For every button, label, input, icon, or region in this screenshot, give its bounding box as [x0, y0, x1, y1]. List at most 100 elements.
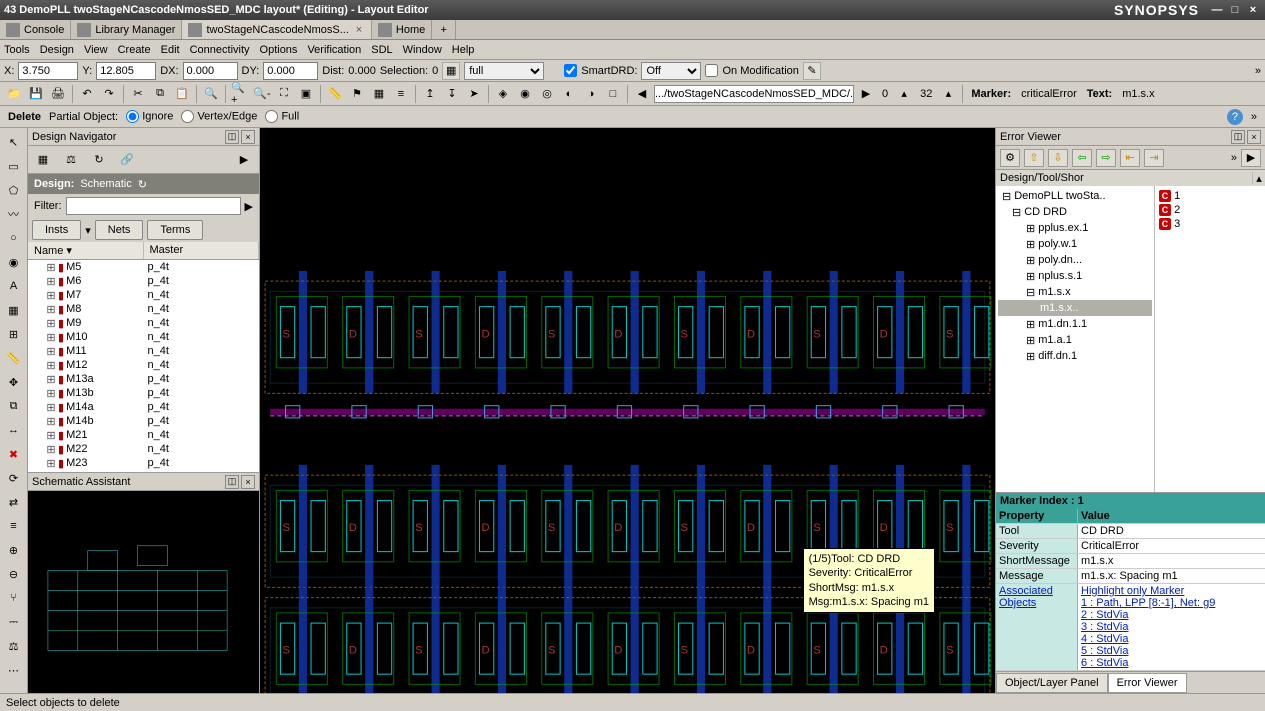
layers-icon[interactable]: ≡	[391, 84, 411, 104]
vtool-label-icon[interactable]: A	[4, 276, 24, 296]
vtool-select-icon[interactable]: ↖	[4, 132, 24, 152]
instance-row[interactable]: ⊞▮ M7n_4t	[28, 288, 259, 302]
open-icon[interactable]: 📁	[4, 84, 24, 104]
err-first-icon[interactable]: ⇤	[1120, 149, 1140, 167]
error-tree[interactable]: ⊟DemoPLL twoSta.. ⊟CD DRD ⊞pplus.ex.1 ⊞p…	[996, 186, 1155, 492]
error-tree-tool[interactable]: ⊟CD DRD	[998, 204, 1152, 220]
tool-a-icon[interactable]: ◈	[493, 84, 513, 104]
vtool-stretch-icon[interactable]: ↔	[4, 420, 24, 440]
instance-row[interactable]: ⊞▮ M12n_4t	[28, 358, 259, 372]
schematic-canvas[interactable]	[28, 491, 259, 693]
overflow2-icon[interactable]: »	[1251, 111, 1257, 123]
menu-help[interactable]: Help	[452, 44, 475, 56]
assoc-link[interactable]: 2 : StdVia	[1081, 609, 1262, 621]
insts-button[interactable]: Insts	[32, 220, 81, 240]
error-item[interactable]: ⊞pplus.ex.1	[998, 220, 1152, 236]
hier-up-icon[interactable]: ↥	[420, 84, 440, 104]
assoc-link[interactable]: 4 : StdVia	[1081, 633, 1262, 645]
assoc-link[interactable]: Highlight only Marker	[1081, 585, 1262, 597]
path-next-icon[interactable]: ▶	[856, 84, 876, 104]
vtool-del-icon[interactable]: ✖	[4, 444, 24, 464]
vtool-path-icon[interactable]: 〰	[4, 204, 24, 224]
error-item[interactable]: ⊞m1.dn.1.1	[998, 316, 1152, 332]
error-item[interactable]: ⊞poly.w.1	[998, 236, 1152, 252]
err-dock-icon[interactable]: ◫	[1231, 130, 1245, 144]
error-tree-root[interactable]: ⊟DemoPLL twoSta..	[998, 188, 1152, 204]
redo-icon[interactable]: ↷	[99, 84, 119, 104]
filter-go-icon[interactable]: ▶	[245, 200, 253, 213]
tab-object-layer[interactable]: Object/Layer Panel	[996, 673, 1108, 693]
print-icon[interactable]: 🖨	[48, 84, 68, 104]
nav-refresh-icon[interactable]: ↻	[88, 149, 110, 171]
help-icon[interactable]: ?	[1227, 109, 1243, 125]
assoc-objects-label[interactable]: Associated Objects	[996, 584, 1078, 670]
selection-icon[interactable]: ▦	[442, 62, 460, 80]
menu-view[interactable]: View	[84, 44, 108, 56]
col-master[interactable]: Master	[144, 242, 260, 259]
instance-row[interactable]: ⊞▮ M5p_4t	[28, 260, 259, 274]
instance-tree[interactable]: ⊞▮ M5p_4t⊞▮ M6p_4t⊞▮ M7n_4t⊞▮ M8n_4t⊞▮ M…	[28, 260, 259, 473]
instance-row[interactable]: ⊞▮ M10n_4t	[28, 330, 259, 344]
instance-row[interactable]: ⊞▮ M22n_4t	[28, 442, 259, 456]
sch-dock-icon[interactable]: ◫	[225, 475, 239, 489]
search-icon[interactable]: 🔍	[201, 84, 221, 104]
tab-close-icon[interactable]: ×	[353, 24, 365, 36]
fill-select[interactable]: full	[464, 62, 544, 80]
vtool-flip-icon[interactable]: ⇄	[4, 492, 24, 512]
tool-e-icon[interactable]: ◑	[581, 84, 601, 104]
vtool-align-icon[interactable]: ≡	[4, 516, 24, 536]
wand-icon[interactable]: ✎	[803, 62, 821, 80]
err-go-icon[interactable]: ▶	[1241, 149, 1261, 167]
save-icon[interactable]: 💾	[26, 84, 46, 104]
instance-row[interactable]: ⊞▮ M13ap_4t	[28, 372, 259, 386]
assoc-link[interactable]: 6 : StdVia	[1081, 657, 1262, 669]
cut-icon[interactable]: ✂	[128, 84, 148, 104]
onmod-checkbox[interactable]	[705, 64, 718, 77]
hier-down-icon[interactable]: ↧	[442, 84, 462, 104]
menu-verification[interactable]: Verification	[307, 44, 361, 56]
err-next-icon[interactable]: ⇨	[1096, 149, 1116, 167]
menu-edit[interactable]: Edit	[161, 44, 180, 56]
assoc-link[interactable]: 3 : StdVia	[1081, 621, 1262, 633]
menu-create[interactable]: Create	[118, 44, 151, 56]
err-up-icon[interactable]: ⇧	[1024, 149, 1044, 167]
ruler-icon[interactable]: 📏	[325, 84, 345, 104]
maximize-button[interactable]: □	[1227, 3, 1243, 17]
error-item[interactable]: ⊟m1.s.x	[998, 284, 1152, 300]
nets-button[interactable]: Nets	[95, 220, 144, 240]
col-name[interactable]: Name ▾	[28, 242, 144, 259]
dx-input[interactable]	[183, 62, 238, 80]
nav-hier-icon[interactable]: ▦	[32, 149, 54, 171]
vtool-bal-icon[interactable]: ⚖	[4, 636, 24, 656]
vtool-connect-icon[interactable]: ⎓	[4, 612, 24, 632]
vtool-rotate-icon[interactable]: ⟳	[4, 468, 24, 488]
radio-vertex-edge[interactable]: Vertex/Edge	[181, 110, 257, 123]
overflow-icon[interactable]: »	[1255, 65, 1261, 77]
instance-row[interactable]: ⊞▮ M23p_4t	[28, 456, 259, 470]
instance-row[interactable]: ⊞▮ M13bp_4t	[28, 386, 259, 400]
menu-options[interactable]: Options	[260, 44, 298, 56]
err-close-icon[interactable]: ×	[1247, 130, 1261, 144]
instance-row[interactable]: ⊞▮ M9n_4t	[28, 316, 259, 330]
tool-f-icon[interactable]: □	[603, 84, 623, 104]
err-down-icon[interactable]: ⇩	[1048, 149, 1068, 167]
smartdrd-checkbox[interactable]	[564, 64, 577, 77]
spin2-up-icon[interactable]: ▴	[938, 84, 958, 104]
menu-tools[interactable]: Tools	[4, 44, 30, 56]
tab-console[interactable]: Console	[0, 20, 71, 39]
design-sync-icon[interactable]: ↻	[138, 178, 147, 191]
tool-c-icon[interactable]: ◎	[537, 84, 557, 104]
menu-design[interactable]: Design	[40, 44, 74, 56]
zoomsel-icon[interactable]: ▣	[296, 84, 316, 104]
tab-layout[interactable]: twoStageNCascodeNmosS...×	[182, 20, 371, 39]
path-prev-icon[interactable]: ◀	[632, 84, 652, 104]
vtool-move-icon[interactable]: ✥	[4, 372, 24, 392]
instance-row[interactable]: ⊞▮ M8n_4t	[28, 302, 259, 316]
tool-d-icon[interactable]: ◐	[559, 84, 579, 104]
instance-row[interactable]: ⊞▮ M14ap_4t	[28, 400, 259, 414]
vtool-split-icon[interactable]: ⑂	[4, 588, 24, 608]
err-last-icon[interactable]: ⇥	[1144, 149, 1164, 167]
zoomout-icon[interactable]: 🔍-	[252, 84, 272, 104]
error-item[interactable]: ⊞diff.dn.1	[998, 348, 1152, 364]
instance-row[interactable]: ⊞▮ M14bp_4t	[28, 414, 259, 428]
